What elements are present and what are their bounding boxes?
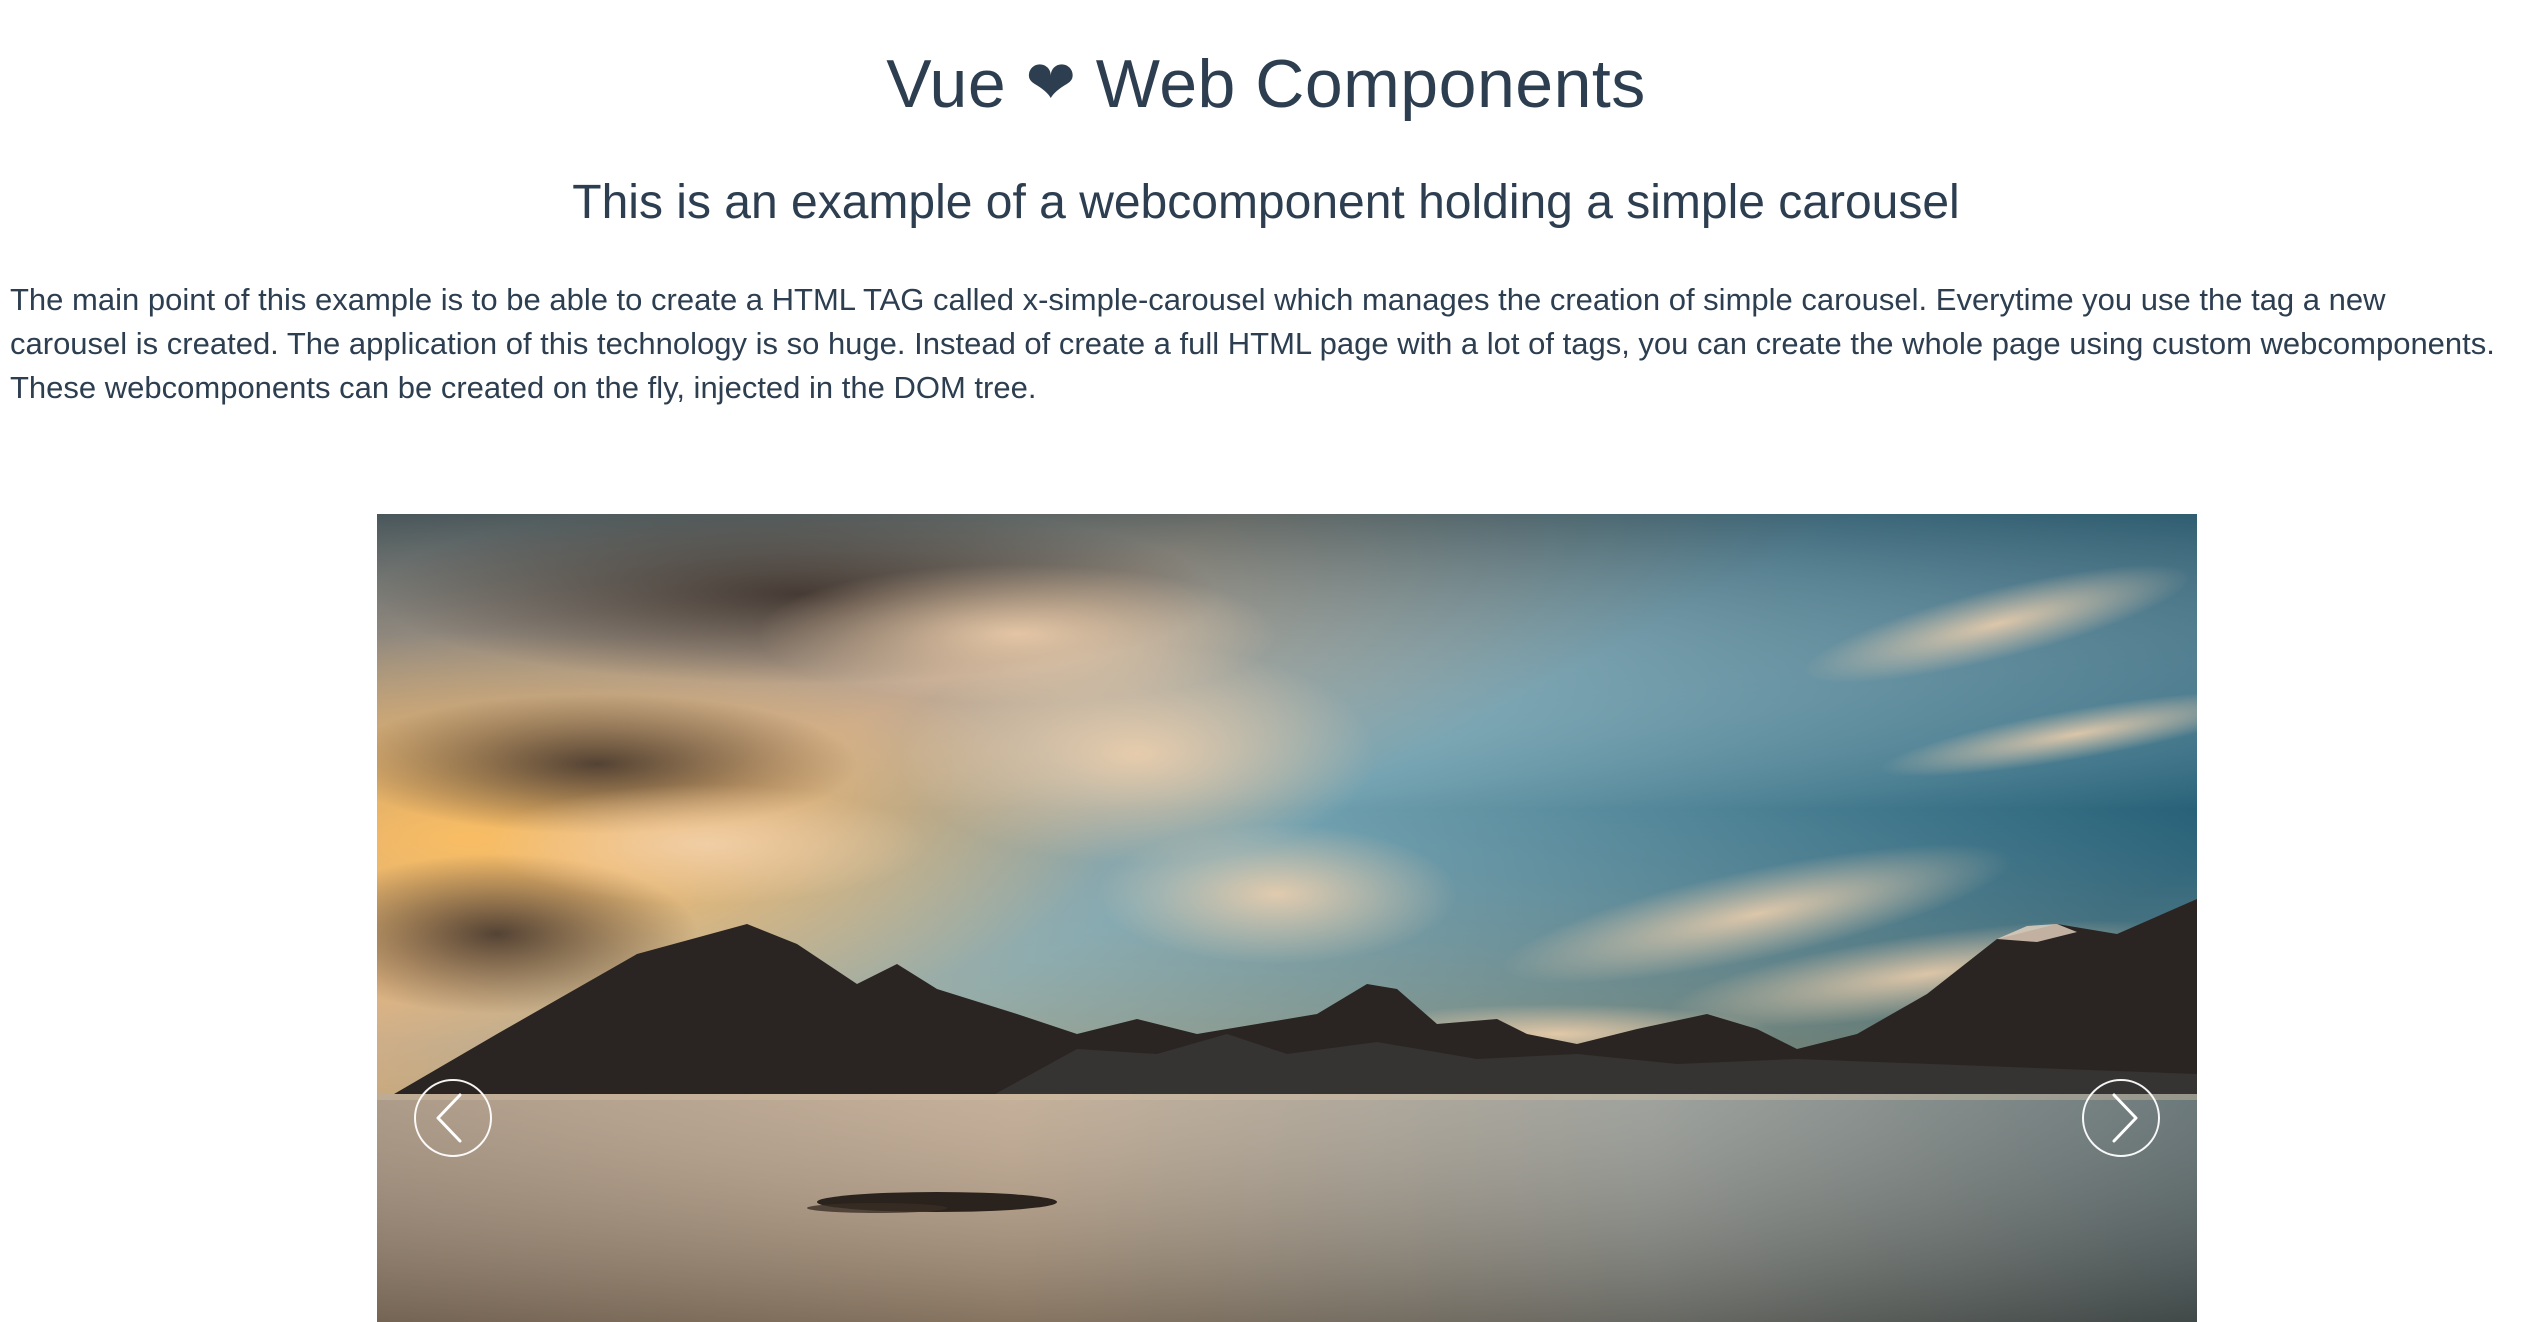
- page: Vue ❤ Web Components This is an example …: [0, 0, 2532, 1322]
- carousel-next-button[interactable]: [2082, 1079, 2160, 1157]
- simple-carousel: [377, 514, 2197, 1322]
- heart-icon: ❤: [1025, 49, 1077, 116]
- page-title: Vue ❤ Web Components: [0, 38, 2532, 129]
- intro-paragraph: The main point of this example is to be …: [10, 282, 2495, 405]
- page-subtitle: This is an example of a webcomponent hol…: [572, 176, 1960, 229]
- chevron-right-icon: [2112, 1093, 2138, 1143]
- chevron-left-icon: [436, 1093, 462, 1143]
- title-web-components: Web Components: [1095, 46, 1646, 122]
- carousel-prev-button[interactable]: [414, 1079, 492, 1157]
- title-vue: Vue: [886, 46, 1007, 122]
- carousel-slide-image: [377, 514, 2197, 1322]
